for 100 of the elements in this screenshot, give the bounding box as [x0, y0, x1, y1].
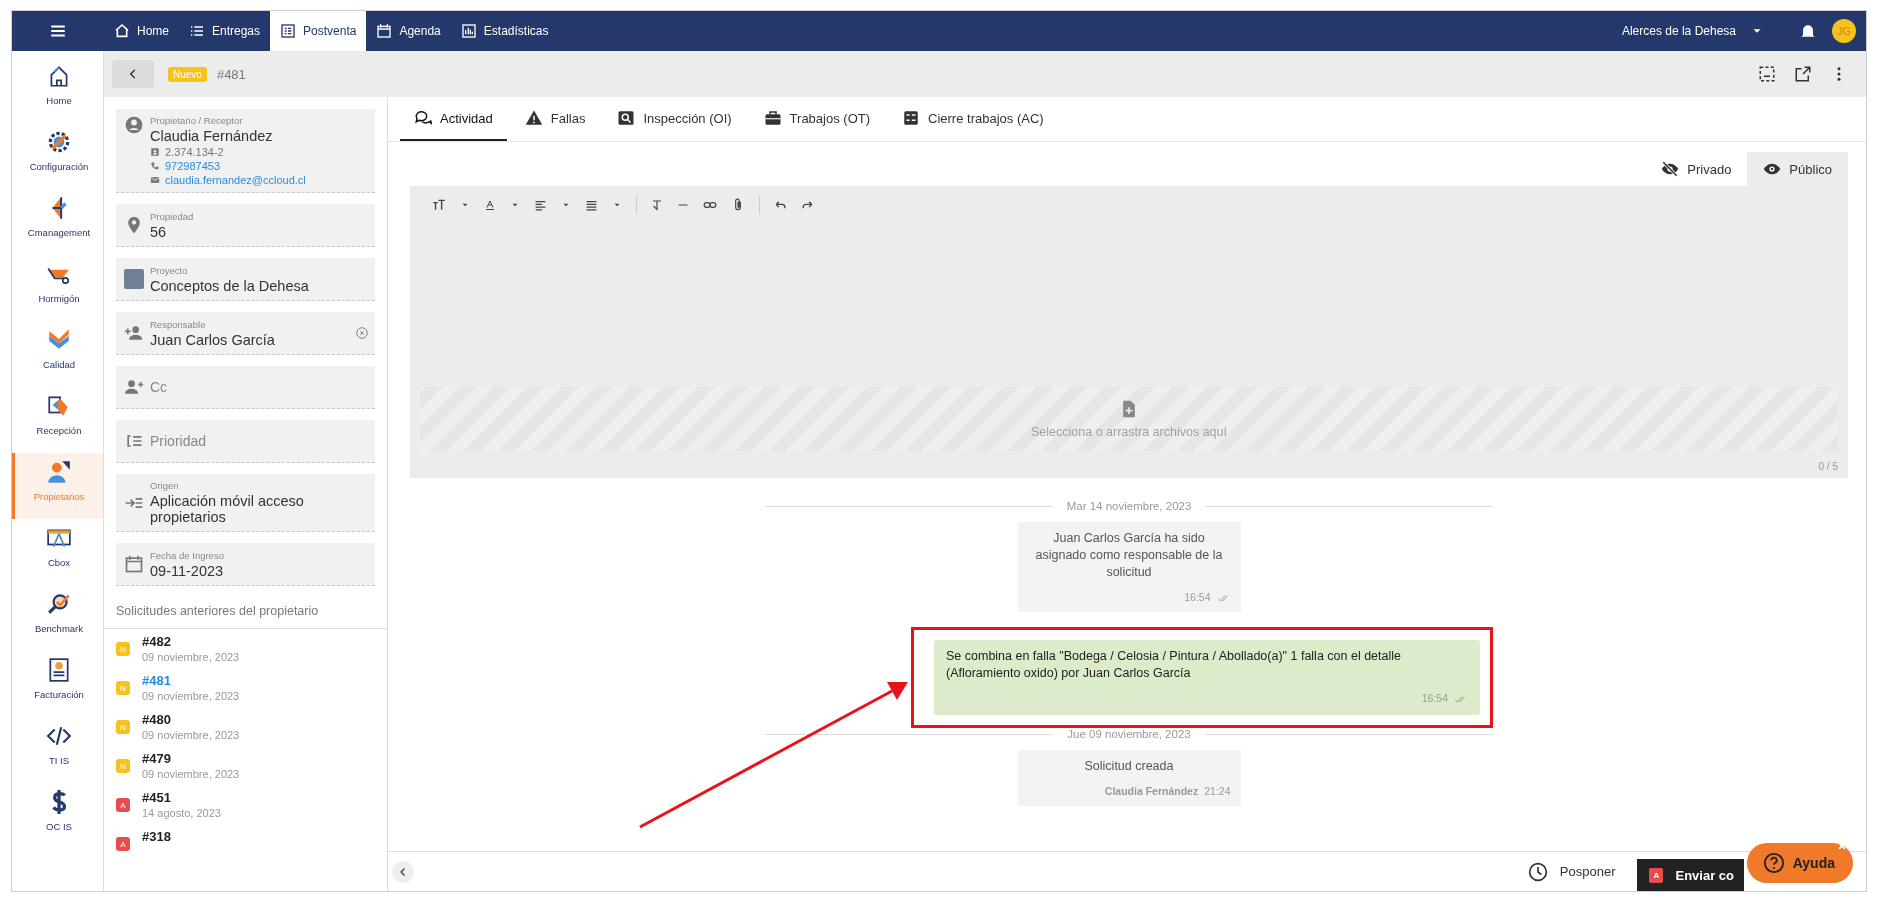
invoice-icon: [46, 657, 72, 683]
visibility-toggle[interactable]: Público: [1747, 152, 1848, 186]
attachment-count: 0 / 5: [1818, 461, 1838, 472]
calendar-icon: [124, 554, 144, 574]
request-number: #318: [142, 829, 171, 844]
project-thumbnail: [124, 269, 144, 289]
message-text: Se combina en falla "Bodega / Celosia / Pintura / Abollado(a)" 1 falla con el detalle (Afloramiento oxido) por Juan Carlos García: [946, 648, 1402, 682]
clear-format-icon[interactable]: [651, 199, 663, 211]
form-field[interactable]: Propiedad 56: [116, 204, 375, 247]
message-time: 16:54: [1184, 590, 1211, 605]
status-badge: A: [1649, 867, 1664, 883]
sidebar-item[interactable]: Configuración: [12, 123, 103, 189]
person-icon: [46, 459, 72, 485]
section-title: Solicitudes anteriores del propietario: [104, 586, 387, 629]
nav-tab[interactable]: Home: [104, 11, 179, 51]
message-time: 16:54: [1421, 691, 1448, 706]
text-size-icon[interactable]: [432, 198, 446, 212]
status-badge: N: [116, 642, 130, 656]
nav-tab[interactable]: Estadísticas: [450, 11, 559, 51]
sidebar-item[interactable]: OC IS: [12, 783, 103, 849]
screenshot-icon[interactable]: [1758, 65, 1776, 83]
form-field[interactable]: Fecha de Ingreso 09-11-2023: [116, 543, 375, 586]
list-icon: [189, 23, 205, 39]
status-badge: N: [116, 759, 130, 773]
send-button[interactable]: A Enviar co: [1637, 859, 1744, 891]
nav-tab[interactable]: Agenda: [366, 11, 451, 51]
message-time: 21:24: [1204, 784, 1231, 799]
nav-tab[interactable]: Entregas: [179, 11, 271, 51]
date-separator: Mar 14 noviembre, 2023: [1066, 500, 1192, 512]
tab[interactable]: Inspección (OI): [603, 97, 746, 141]
phone-icon: [150, 161, 160, 171]
line-height-icon[interactable]: [585, 198, 598, 212]
chat-icon: [414, 109, 432, 127]
request-number: #480: [142, 712, 172, 727]
bar-chart-icon: [460, 23, 477, 39]
help-icon: [1762, 852, 1785, 874]
sidebar-item[interactable]: Benchmark: [12, 585, 103, 651]
message-text: Solicitud creada: [1083, 758, 1175, 775]
tab[interactable]: Actividad: [400, 97, 507, 141]
ticket-number: #481: [216, 66, 246, 82]
sidebar-item[interactable]: Hormigón: [12, 255, 103, 321]
date-separator: Jue 09 noviembre, 2023: [1067, 728, 1191, 740]
sidebar-item[interactable]: Home: [12, 57, 103, 123]
collapse-button[interactable]: [392, 860, 414, 883]
request-date: 09 noviembre, 2023: [142, 651, 240, 663]
group-add-icon: [124, 377, 144, 397]
nav-tab[interactable]: Postventa: [270, 11, 367, 51]
status-badge: A: [116, 798, 130, 812]
eye-slash-icon: [1661, 160, 1680, 178]
tab[interactable]: Trabajos (OT): [749, 97, 884, 141]
id-card-icon: [150, 147, 160, 157]
account-icon: [124, 115, 144, 135]
sidebar-item[interactable]: Facturación: [12, 651, 103, 717]
help-button[interactable]: Ayuda: [1746, 843, 1853, 883]
sidebar-item[interactable]: Recepción: [12, 387, 103, 453]
request-number: #481: [142, 673, 172, 688]
postpone-button[interactable]: Posponer: [1527, 861, 1616, 882]
status-badge: Nuevo: [168, 66, 207, 82]
request-number: #451: [142, 790, 172, 805]
align-left-icon[interactable]: [534, 198, 547, 212]
form-field[interactable]: Responsable Juan Carlos García: [116, 312, 375, 355]
font-color-icon[interactable]: [484, 199, 496, 211]
field-label: Propietario / Receptor: [150, 115, 244, 126]
clock-icon: [1527, 861, 1548, 882]
gear-icon: [46, 129, 72, 155]
request-number: #482: [142, 634, 172, 649]
message-text: Juan Carlos García ha sido asignado como responsable de la solicitud: [1034, 530, 1224, 581]
form-field[interactable]: Proyecto Conceptos de la Dehesa: [116, 258, 375, 301]
add-person-icon: [124, 323, 144, 343]
magnifier-icon: [46, 591, 72, 617]
briefcase-icon: [763, 109, 782, 127]
visibility-toggle[interactable]: Privado: [1645, 152, 1748, 186]
owner-rut: 2.374.134-2: [165, 146, 224, 158]
warning-icon: [524, 109, 543, 127]
mail-icon: [150, 175, 160, 185]
request-date: 14 agosto, 2023: [142, 807, 221, 819]
message-author: Claudia Fernández: [1104, 784, 1199, 799]
request-date: 09 noviembre, 2023: [142, 768, 240, 780]
clear-icon[interactable]: [355, 326, 369, 340]
status-badge: N: [116, 681, 130, 695]
calendar-icon: [376, 23, 393, 39]
project-selector[interactable]: Alerces de la Dehesa: [1621, 24, 1764, 38]
sidebar-item[interactable]: Cbox: [12, 519, 103, 585]
home-icon: [114, 23, 130, 39]
tab[interactable]: Fallas: [510, 97, 600, 141]
sidebar-item[interactable]: Calidad: [12, 321, 103, 387]
checklist-icon: [902, 109, 920, 127]
inspection-icon: [617, 109, 636, 127]
document-icon: [280, 23, 297, 39]
status-badge: N: [116, 720, 130, 734]
form-field[interactable]: Origen Aplicación móvil acceso propietarios: [116, 474, 375, 532]
request-number: #479: [142, 751, 172, 766]
status-badge: A: [116, 837, 130, 851]
sidebar-item[interactable]: TI IS: [12, 717, 103, 783]
sidebar-item[interactable]: Cmanagement: [12, 189, 103, 255]
request-date: 09 noviembre, 2023: [142, 729, 240, 741]
external-link-icon[interactable]: [1794, 65, 1812, 83]
owner-name: Claudia Fernández: [150, 128, 274, 144]
request-date: 09 noviembre, 2023: [142, 690, 240, 702]
tab[interactable]: Cierre trabajos (AC): [888, 97, 1058, 141]
